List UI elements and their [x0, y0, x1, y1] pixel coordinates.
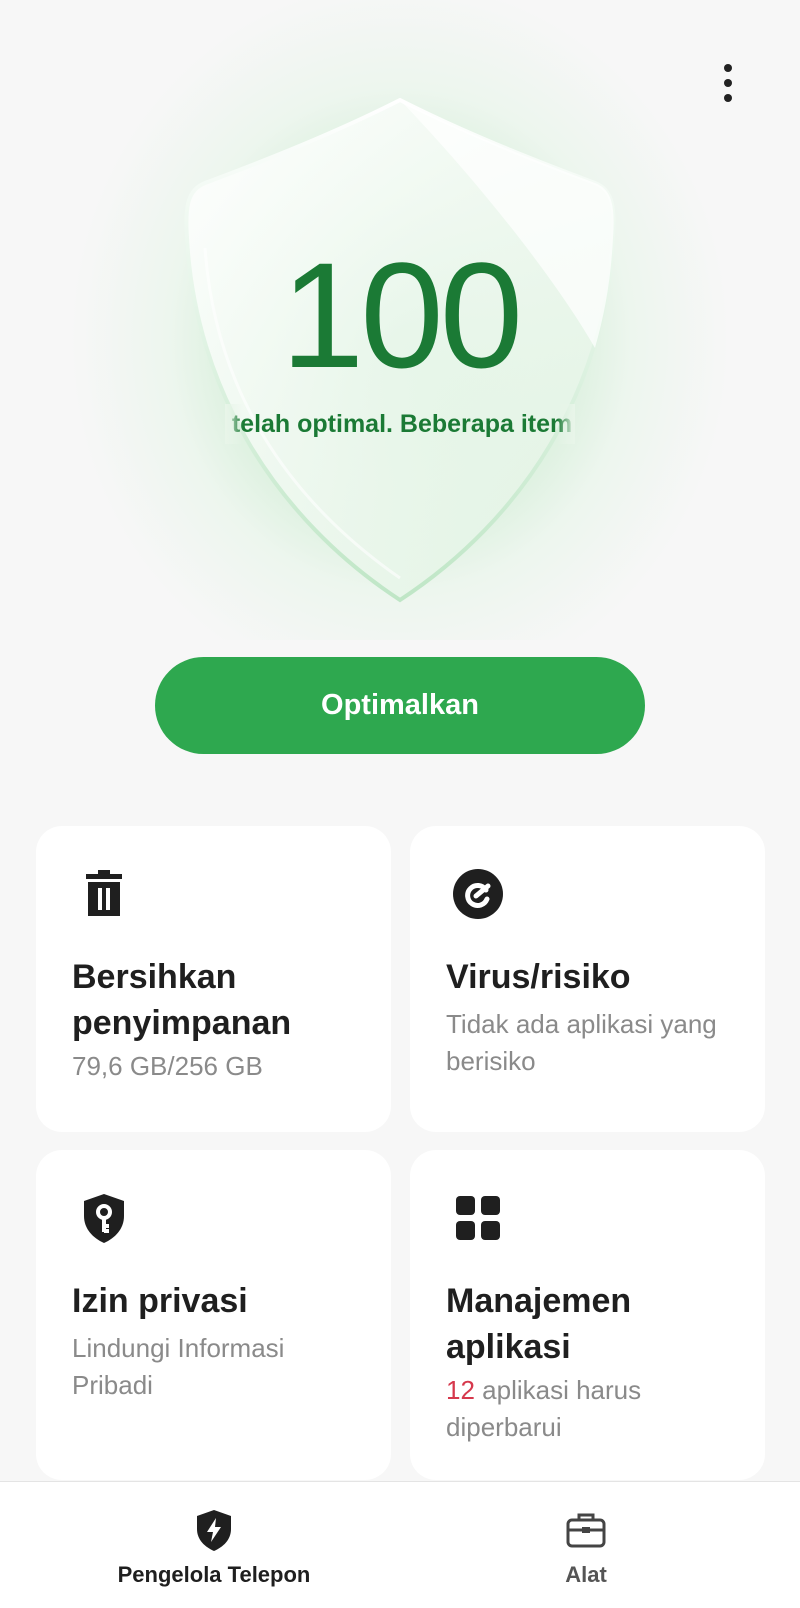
nav-label: Pengelola Telepon — [117, 1562, 311, 1587]
status-marquee: a telah optimal. Beberapa item — [225, 404, 575, 444]
nav-tools[interactable]: Alat — [386, 1482, 786, 1608]
card-privacy-permissions[interactable]: Izin privasi Lindungi Informasi Pribadi — [36, 1150, 391, 1480]
virus-scan-icon — [453, 869, 503, 919]
card-virus-risk[interactable]: Virus/risiko Tidak ada aplikasi yang ber… — [410, 826, 765, 1132]
shield-bolt-icon — [197, 1510, 231, 1551]
bottom-navigation: Pengelola Telepon Alat — [0, 1481, 800, 1608]
card-subtitle: 12 aplikasi harus diperbarui — [446, 1372, 726, 1446]
toolbox-icon — [566, 1513, 606, 1548]
card-subtitle: 79,6 GB/256 GB — [72, 1051, 263, 1081]
card-subtitle: Lindungi Informasi Pribadi — [72, 1333, 285, 1400]
more-vertical-icon — [724, 64, 732, 72]
more-vertical-icon-dot — [724, 94, 732, 102]
card-title: Manajemen aplikasi — [446, 1282, 632, 1366]
nav-label: Alat — [565, 1562, 607, 1587]
marquee-fade-right — [557, 404, 575, 444]
trash-icon — [86, 870, 122, 916]
optimization-score: 100 — [280, 231, 523, 399]
app-grid-icon — [456, 1196, 500, 1240]
card-app-management[interactable]: Manajemen aplikasi 12 aplikasi harus dip… — [410, 1150, 765, 1480]
update-count-label: aplikasi harus diperbarui — [446, 1375, 642, 1442]
card-subtitle: Tidak ada aplikasi yang berisiko — [446, 1009, 717, 1076]
optimize-button[interactable]: Optimalkan — [155, 657, 645, 754]
status-text: a telah optimal. Beberapa item — [225, 410, 573, 438]
card-clean-storage[interactable]: Bersihkan penyimpanan 79,6 GB/256 GB — [36, 826, 391, 1132]
card-title: Bersihkan penyimpanan — [72, 958, 292, 1042]
marquee-fade-left — [225, 404, 243, 444]
more-options-button[interactable] — [706, 58, 750, 108]
card-title: Izin privasi — [72, 1282, 248, 1320]
privacy-shield-key-icon — [84, 1194, 124, 1243]
card-title: Virus/risiko — [446, 958, 631, 996]
nav-phone-manager[interactable]: Pengelola Telepon — [14, 1482, 414, 1608]
more-vertical-icon-dot — [724, 79, 732, 87]
update-count: 12 — [446, 1375, 475, 1405]
